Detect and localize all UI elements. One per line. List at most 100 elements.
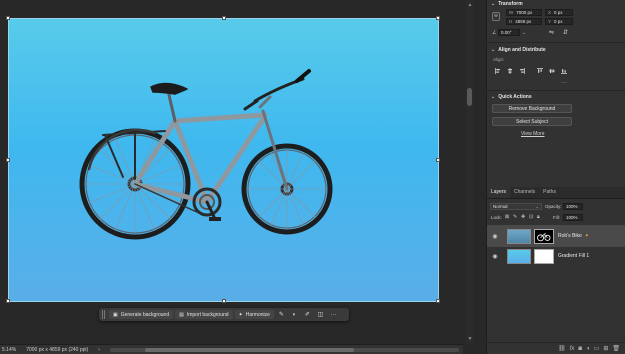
- generate-background-button[interactable]: ▣ Generate background: [109, 310, 174, 319]
- align-center-horizontal-icon[interactable]: [507, 68, 513, 74]
- status-bar: 5.14% 7000 px x 4859 px (240 ppi) ›: [0, 344, 463, 354]
- layer-row[interactable]: ◉ Gradient Fill 1: [487, 245, 625, 267]
- scroll-thumb[interactable]: [467, 88, 472, 106]
- select-subject-button[interactable]: Select Subject: [492, 117, 572, 126]
- transform-title: Transform: [498, 1, 523, 7]
- align-right-icon[interactable]: [519, 68, 525, 74]
- transform-handle-top[interactable]: [222, 16, 226, 20]
- layer-name[interactable]: Gradient Fill 1: [558, 253, 589, 259]
- more-options-icon[interactable]: ···: [328, 310, 339, 319]
- remove-background-button[interactable]: Remove Background: [492, 104, 572, 113]
- flip-horizontal-icon[interactable]: ⇋: [549, 29, 554, 36]
- vertical-scrollbar[interactable]: ▲ ▼: [466, 0, 474, 344]
- lock-pixels-icon[interactable]: ⊠: [505, 214, 509, 220]
- align-bottom-icon[interactable]: [561, 68, 567, 74]
- transform-handle-bottom-left[interactable]: [6, 299, 10, 303]
- tab-channels[interactable]: Channels: [510, 187, 539, 198]
- canvas-area[interactable]: ▣ Generate background ▤ Import backgroun…: [0, 0, 463, 344]
- width-field[interactable]: W 7000 px: [506, 9, 542, 16]
- height-value: 4859 px: [515, 19, 532, 24]
- document-info[interactable]: 7000 px x 4859 px (240 ppi): [26, 347, 88, 353]
- height-field[interactable]: H 4859 px: [506, 18, 542, 25]
- edit-icon[interactable]: ✐: [302, 310, 313, 319]
- scroll-down-icon[interactable]: ▼: [467, 336, 473, 342]
- angle-icon: ∠: [492, 30, 497, 36]
- import-background-label: Import background: [186, 311, 229, 318]
- lock-all-icon[interactable]: 🔒︎: [537, 214, 540, 220]
- mask-icon[interactable]: ◙: [578, 346, 582, 352]
- x-field[interactable]: X 0 px: [545, 9, 573, 16]
- chevron-right-icon[interactable]: ›: [98, 347, 100, 353]
- transform-handle-top-right[interactable]: [436, 16, 440, 20]
- chevron-down-icon: ⌄: [535, 203, 539, 209]
- align-middle-vertical-icon[interactable]: [549, 68, 555, 74]
- brush-icon[interactable]: ✎: [276, 310, 287, 319]
- align-section-header[interactable]: ⌄ Align and Distribute: [491, 47, 546, 53]
- trash-icon[interactable]: 🗑︎: [612, 345, 620, 352]
- layer-name[interactable]: Rob's Bike: [558, 233, 582, 239]
- transform-handle-bottom[interactable]: [222, 299, 226, 303]
- document-canvas[interactable]: [6, 16, 440, 303]
- generate-background-label: Generate background: [120, 311, 170, 318]
- angle-value: 0.00°: [501, 30, 512, 35]
- layer-mask-thumbnail[interactable]: [534, 248, 554, 264]
- horizontal-scrollbar[interactable]: [109, 347, 459, 352]
- harmonize-label: Harmonize: [245, 311, 270, 318]
- tab-layers[interactable]: Layers: [487, 187, 511, 198]
- quick-actions-section-header[interactable]: ⌄ Quick Actions: [491, 94, 532, 100]
- fx-icon[interactable]: fx: [570, 346, 575, 352]
- y-field[interactable]: Y 0 px: [545, 18, 573, 25]
- group-icon[interactable]: ▭: [594, 345, 600, 352]
- y-label: Y: [548, 19, 552, 24]
- scroll-up-icon[interactable]: ▲: [467, 2, 473, 8]
- width-value: 7000 px: [516, 10, 533, 15]
- visibility-eye-icon[interactable]: ◉: [491, 253, 499, 260]
- layers-panel-tabs: Layers Channels Paths: [487, 187, 625, 199]
- x-value: 0 px: [554, 10, 563, 15]
- transform-section-header[interactable]: ⌄ Transform: [491, 1, 523, 7]
- layers-icon[interactable]: ◫: [315, 310, 326, 319]
- view-more-link[interactable]: View More: [521, 131, 545, 137]
- lock-label: Lock:: [491, 215, 502, 220]
- layer-thumbnail: [507, 248, 531, 264]
- x-label: X: [548, 10, 552, 15]
- flip-vertical-icon[interactable]: ⇵: [563, 29, 568, 36]
- align-top-icon[interactable]: [537, 68, 543, 74]
- new-layer-icon[interactable]: ⊞: [603, 345, 608, 352]
- transform-handle-top-left[interactable]: [6, 16, 10, 20]
- lock-artboard-icon[interactable]: ⊡: [529, 214, 533, 220]
- layer-mask-thumbnail[interactable]: [534, 228, 554, 244]
- align-left-icon[interactable]: [495, 68, 501, 74]
- import-background-button[interactable]: ▤ Import background: [175, 310, 233, 319]
- section-divider: [487, 90, 625, 91]
- visibility-eye-icon[interactable]: ◉: [491, 233, 499, 240]
- contextual-task-bar: ▣ Generate background ▤ Import backgroun…: [99, 308, 349, 321]
- link-icon[interactable]: ⛓: [558, 345, 566, 352]
- fill-value: 100%: [566, 215, 578, 220]
- transform-handle-bottom-right[interactable]: [436, 299, 440, 303]
- layer-thumbnail: [507, 228, 531, 244]
- layer-row[interactable]: ◉ Rob's Bike ✦: [487, 225, 625, 247]
- lock-image-icon[interactable]: ✎: [513, 214, 517, 220]
- angle-field[interactable]: 0.00°: [498, 29, 520, 36]
- zoom-level[interactable]: 5.14%: [2, 347, 16, 353]
- lock-position-icon[interactable]: ✥: [521, 214, 525, 220]
- angle-dropdown-icon[interactable]: ⌄: [522, 30, 526, 36]
- remove-background-label: Remove Background: [508, 105, 556, 112]
- opacity-field[interactable]: 100%: [563, 203, 583, 210]
- transform-handle-right[interactable]: [436, 158, 440, 162]
- fill-field[interactable]: 100%: [563, 214, 583, 221]
- more-align-options-icon[interactable]: ···: [561, 80, 567, 86]
- layers-bottom-toolbar: ⛓ fx ◙ ◑ ▭ ⊞ 🗑︎: [487, 342, 625, 354]
- image-icon: ▣: [113, 311, 118, 318]
- mask-icon[interactable]: ◐: [289, 310, 300, 319]
- bicycle-image: [79, 69, 333, 240]
- harmonize-button[interactable]: ✦ Harmonize: [234, 310, 274, 319]
- transform-handle-left[interactable]: [6, 158, 10, 162]
- fill-label: Fill:: [553, 215, 560, 220]
- link-dimensions-icon[interactable]: ⊖: [492, 12, 500, 21]
- blend-mode-select[interactable]: Normal ⌄: [490, 203, 542, 210]
- tab-paths[interactable]: Paths: [539, 187, 560, 198]
- adjustment-icon[interactable]: ◑: [586, 346, 590, 352]
- drag-handle-icon[interactable]: [102, 310, 105, 319]
